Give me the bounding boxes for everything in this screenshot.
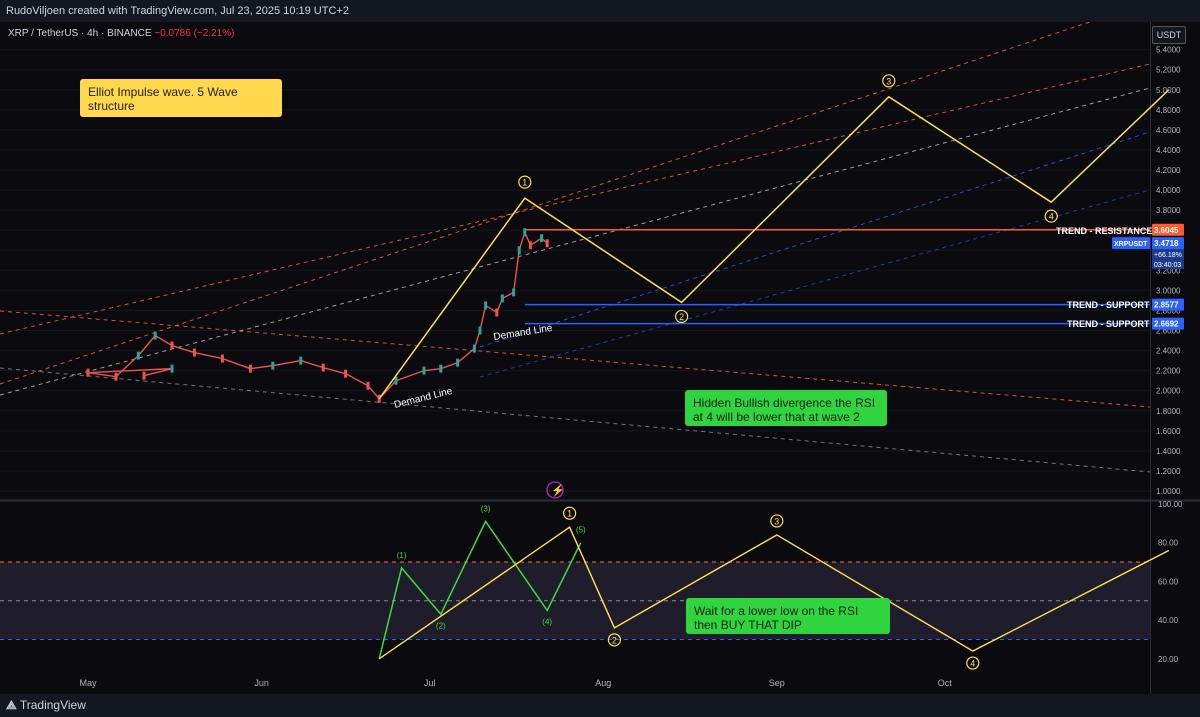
- price-candle: [248, 364, 252, 373]
- time-tick: Aug: [595, 678, 611, 688]
- wave-label: 1: [522, 178, 527, 188]
- rsi-projection-label: 4: [970, 659, 975, 669]
- price-candle: [517, 246, 521, 255]
- rsi-tick: 40.00: [1158, 616, 1179, 625]
- time-tick: Sep: [769, 678, 785, 688]
- price-tick: 1.8000: [1156, 407, 1181, 416]
- price-tick: 3.8000: [1156, 206, 1181, 215]
- price-candle: [153, 331, 157, 340]
- price-candle: [422, 366, 426, 375]
- tradingview-footer: ⟁ TradingView: [0, 694, 1200, 717]
- rsi-wave-label: (5): [576, 526, 586, 535]
- price-candle: [439, 364, 443, 373]
- price-tick: 5.0000: [1156, 86, 1181, 95]
- price-tick: 2.4000: [1156, 347, 1181, 356]
- price-change: −0.0786 (−2.21%): [154, 28, 235, 39]
- price-tick: 1.0000: [1156, 487, 1181, 496]
- elliott-callout: Elliot Impulse wave. 5 Wave structure: [80, 79, 282, 117]
- price-candle: [366, 381, 370, 390]
- rsi-tick: 80.00: [1158, 539, 1179, 548]
- price-tick: 1.2000: [1156, 467, 1181, 476]
- price-tag-text: 2.8577: [1154, 301, 1179, 310]
- symbol-name: XRP / TetherUS · 4h · BINANCE: [8, 28, 152, 39]
- price-candle: [545, 239, 549, 248]
- rsi-wave-label: (4): [542, 617, 552, 626]
- svg-text:⚡: ⚡: [551, 484, 565, 497]
- support-label-1: TREND - SUPPORT: [1067, 300, 1150, 310]
- rsi-tick: 60.00: [1158, 577, 1179, 586]
- rsi-projection-label: 2: [612, 635, 617, 645]
- tradingview-brand: TradingView: [19, 698, 86, 712]
- price-candle: [523, 228, 527, 237]
- price-candle: [472, 344, 476, 353]
- price-candle: [528, 241, 532, 250]
- rsi-wave-label: (1): [397, 551, 407, 560]
- price-tick: 4.2000: [1156, 166, 1181, 175]
- price-candle: [170, 364, 174, 373]
- price-tick: 4.0000: [1156, 186, 1181, 195]
- price-candle: [456, 358, 460, 367]
- price-candle: [344, 369, 348, 378]
- price-tick: 1.6000: [1156, 427, 1181, 436]
- resistance-label: TREND - RESISTANCE: [1056, 226, 1152, 236]
- price-candle: [114, 372, 118, 381]
- price-tick: 2.0000: [1156, 387, 1181, 396]
- rsi-projection-label: 3: [774, 516, 779, 526]
- price-tick: 5.4000: [1156, 46, 1181, 55]
- rsi-projection-label: 1: [567, 509, 572, 519]
- price-candle: [321, 363, 325, 372]
- time-tick: Jul: [424, 678, 436, 688]
- time-tick: May: [79, 678, 97, 688]
- wave-label: 2: [679, 312, 684, 322]
- tradingview-logo-icon: ⟁: [6, 698, 17, 712]
- symbol-legend[interactable]: XRP / TetherUS · 4h · BINANCE −0.0786 (−…: [8, 28, 234, 39]
- currency-button[interactable]: USDT: [1152, 26, 1186, 44]
- price-candle: [86, 368, 90, 377]
- rsi-wave-label: (2): [436, 621, 446, 630]
- price-candle: [170, 341, 174, 350]
- price-tag-text: 2.6692: [1154, 320, 1179, 329]
- tradingview-chart[interactable]: 1 2 3 4 (1) (2) (3) (4) (5) 1 2 3 4 1.0000 1.2000 1.4…: [0, 22, 1200, 694]
- rsi-tick: 20.00: [1158, 655, 1179, 664]
- price-tick: 5.2000: [1156, 66, 1181, 75]
- price-tick: 4.8000: [1156, 106, 1181, 115]
- price-candle: [136, 351, 140, 360]
- price-tag-text: 3.4718: [1154, 239, 1179, 248]
- chart-attribution: RudoViljoen created with TradingView.com…: [0, 0, 1200, 22]
- rsi-wave-label: (3): [481, 504, 491, 513]
- price-candle: [192, 348, 196, 357]
- price-candle: [495, 308, 499, 317]
- price-tick: 4.4000: [1156, 146, 1181, 155]
- price-tick: 4.6000: [1156, 126, 1181, 135]
- price-candle: [484, 301, 488, 310]
- wave-label: 3: [886, 76, 891, 86]
- price-tag-extra: 03:40:03: [1154, 262, 1181, 269]
- rsi-tick: 100.00: [1158, 500, 1183, 509]
- price-candle: [142, 371, 146, 380]
- price-candle: [512, 288, 516, 297]
- price-candle: [299, 356, 303, 365]
- price-tick: 2.2000: [1156, 367, 1181, 376]
- price-candle: [500, 294, 504, 303]
- price-candle: [478, 326, 482, 335]
- price-tick: 3.0000: [1156, 286, 1181, 295]
- rsi-callout: Wait for a lower low on the RSI then BUY…: [686, 598, 890, 634]
- time-tick: Jun: [254, 678, 269, 688]
- support-label-2: TREND - SUPPORT: [1067, 319, 1150, 329]
- wave-label: 4: [1049, 212, 1054, 222]
- price-candle: [540, 234, 544, 243]
- symbol-tag-text: XRPUSDT: [1114, 241, 1148, 248]
- price-candle: [271, 361, 275, 370]
- divergence-callout: Hidden Bullish divergence the RSI at 4 w…: [685, 390, 887, 426]
- price-candle: [220, 354, 224, 363]
- price-tick: 1.4000: [1156, 447, 1181, 456]
- time-tick: Oct: [938, 678, 953, 688]
- price-tag-text: 3.6045: [1154, 226, 1179, 235]
- price-tag-extra: +66.18%: [1154, 252, 1182, 259]
